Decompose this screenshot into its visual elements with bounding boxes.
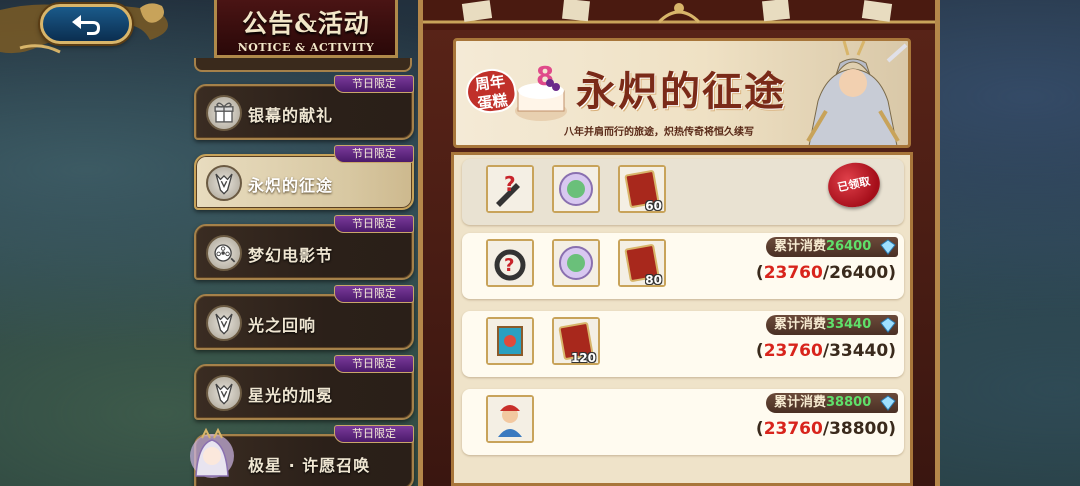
limited-tag: 节日限定	[334, 285, 414, 303]
item-count: 120	[570, 351, 596, 365]
sidebar-item-eternal-journey[interactable]: 节日限定 永炽的征途	[194, 145, 414, 210]
sidebar-item-silver-screen-gift[interactable]: 节日限定 银幕的献礼	[194, 75, 414, 140]
knight-helm-icon	[206, 305, 242, 341]
gem-icon	[880, 239, 896, 255]
red-ticket-icon[interactable]: 60	[618, 165, 666, 213]
page-title-banner: 公告&活动 NOTICE & ACTIVITY	[214, 0, 398, 58]
reward-list: ? 60 已领取 ? 80 累计消费26400 (23760/26400) 12…	[451, 152, 913, 486]
film-reel-icon	[206, 235, 242, 271]
character-avatar-icon	[190, 427, 234, 478]
svg-text:?: ?	[504, 255, 514, 276]
svg-text:8: 8	[536, 62, 554, 92]
event-banner[interactable]: 8 周年 蛋糕 永炽的征途 八年并肩而行的旅途，炽热传奇将恒久续写	[453, 38, 911, 148]
progress-current: 23760	[763, 341, 823, 361]
character-card-icon[interactable]	[486, 395, 534, 443]
banner-subtitle: 八年并肩而行的旅途，炽热传奇将恒久续写	[564, 127, 754, 138]
cumulative-spend-tag: 累计消费26400	[766, 237, 898, 257]
page-subtitle: NOTICE & ACTIVITY	[237, 41, 375, 54]
progress-target: 33440	[829, 341, 889, 361]
item-count: 60	[645, 199, 662, 213]
mystery-sword-icon[interactable]: ?	[486, 165, 534, 213]
cost-value: 26400	[826, 239, 872, 254]
page-title: 公告&活动	[242, 9, 370, 38]
red-ticket-icon[interactable]: 120	[552, 317, 600, 365]
back-arrow-icon	[72, 15, 100, 35]
scroll-icon[interactable]	[486, 317, 534, 365]
cost-label: 累计消费	[774, 239, 827, 254]
item-count: 80	[645, 273, 662, 287]
green-medallion-icon[interactable]	[552, 239, 600, 287]
cumulative-spend-tag: 累计消费33440	[766, 315, 898, 335]
progress-current: 23760	[763, 263, 823, 283]
red-ticket-icon[interactable]: 80	[618, 239, 666, 287]
background-scenery	[940, 0, 1080, 486]
cost-value: 38800	[826, 395, 872, 410]
progress-text: (23760/26400)	[755, 263, 896, 283]
gem-icon	[880, 317, 896, 333]
cost-label: 累计消费	[774, 317, 827, 332]
gift-icon	[206, 95, 242, 131]
cumulative-spend-tag: 累计消费38800	[766, 393, 898, 413]
limited-tag: 节日限定	[334, 215, 414, 233]
sidebar-item-label: 永炽的征途	[248, 176, 334, 195]
limited-tag: 节日限定	[334, 75, 414, 93]
mystery-ring-icon[interactable]: ?	[486, 239, 534, 287]
cost-label: 累计消费	[774, 395, 827, 410]
progress-text: (23760/33440)	[755, 341, 896, 361]
progress-current: 23760	[763, 419, 823, 439]
sidebar-item-label: 星光的加冕	[248, 386, 334, 405]
limited-tag: 节日限定	[334, 355, 414, 373]
reward-row: ? 60 已领取	[462, 158, 904, 225]
reward-row: 120 累计消费33440 (23760/33440)	[462, 311, 904, 377]
reward-row: ? 80 累计消费26400 (23760/26400)	[462, 233, 904, 299]
sidebar-item-label: 梦幻电影节	[248, 246, 334, 265]
sidebar: 节日限定 银幕的献礼 节日限定 永炽的征途 节日限定 梦幻电影节 节日限定 光之…	[190, 58, 416, 486]
back-button[interactable]	[40, 4, 132, 44]
panel-top-ornament	[423, 0, 935, 30]
progress-text: (23760/38800)	[755, 419, 896, 439]
sidebar-item-starlight-crown[interactable]: 节日限定 星光的加冕	[194, 355, 414, 420]
activity-panel: 8 周年 蛋糕 永炽的征途 八年并肩而行的旅途，炽热传奇将恒久续写 ? 60 已…	[418, 0, 940, 486]
knight-character-art	[806, 41, 908, 145]
cost-value: 33440	[826, 317, 872, 332]
knight-helm-icon	[206, 375, 242, 411]
sidebar-item-label: 银幕的献礼	[248, 106, 334, 125]
sidebar-item-label: 极星 · 许愿召唤	[248, 456, 371, 475]
reward-row: 累计消费38800 (23760/38800)	[462, 389, 904, 455]
knight-helm-icon	[206, 165, 242, 201]
sidebar-item-echo-of-light[interactable]: 节日限定 光之回响	[194, 285, 414, 350]
limited-tag: 节日限定	[334, 145, 414, 163]
svg-text:?: ?	[504, 172, 516, 196]
progress-target: 26400	[829, 263, 889, 283]
sidebar-item-dream-film-festival[interactable]: 节日限定 梦幻电影节	[194, 215, 414, 280]
limited-tag: 节日限定	[334, 425, 414, 443]
sidebar-scroll-stub	[194, 58, 412, 72]
sidebar-item-polaris-wish-summon[interactable]: 节日限定 极星 · 许愿召唤	[190, 425, 414, 486]
progress-target: 38800	[829, 419, 889, 439]
green-medallion-icon[interactable]	[552, 165, 600, 213]
gem-icon	[880, 395, 896, 411]
claimed-stamp: 已领取	[823, 158, 885, 212]
sidebar-item-label: 光之回响	[248, 316, 317, 335]
